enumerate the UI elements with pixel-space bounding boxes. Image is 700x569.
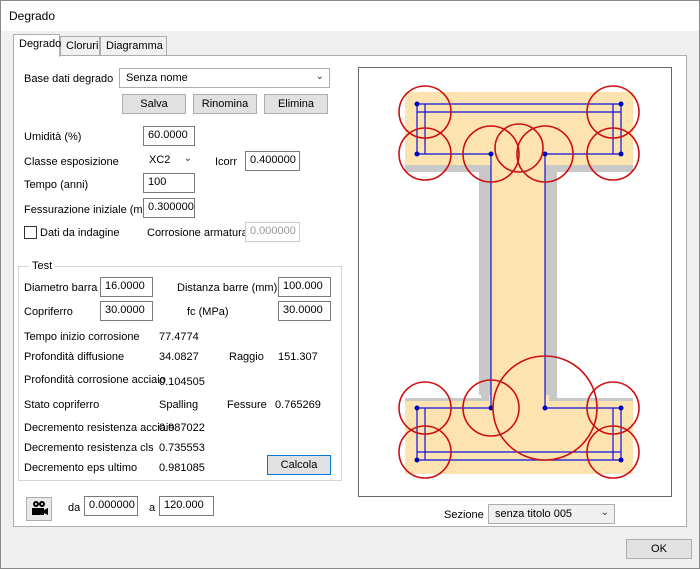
database-label: Base dati degrado — [24, 73, 114, 85]
section-canvas — [358, 67, 672, 497]
rebar-dot — [488, 151, 494, 157]
camera-button[interactable] — [26, 497, 52, 521]
humidity-input[interactable]: 60.0000 — [143, 126, 195, 146]
cover-state-label: Stato copriferro — [24, 399, 100, 411]
i-beam-section-drawing — [398, 85, 640, 479]
database-selected: Senza nome — [126, 72, 188, 84]
eps-decrement-label: Decremento eps ultimo — [24, 462, 138, 474]
exposure-label: Classe esposizione — [24, 156, 119, 168]
corrosion-start-label: Tempo inizio corrosione — [24, 331, 140, 343]
section-selected: senza titolo 005 — [495, 508, 573, 520]
bar-diameter-label: Diametro barra — [24, 282, 98, 294]
bar-diameter-input[interactable]: 16.0000 — [100, 277, 153, 297]
crack-input[interactable]: 0.300000 — [143, 198, 195, 218]
survey-checkbox[interactable] — [24, 226, 37, 239]
cover-input[interactable]: 30.0000 — [100, 301, 153, 321]
chevron-down-icon: ⌄ — [315, 71, 324, 82]
from-input[interactable]: 0.000000 — [84, 496, 138, 516]
diffusion-value: 34.0827 — [159, 351, 199, 363]
rebar-dot — [618, 151, 624, 157]
corrosion-start-value: 77.4774 — [159, 331, 199, 343]
corrosion-label: Corrosione armatura — [147, 227, 248, 239]
rebar-dot — [414, 151, 420, 157]
save-button[interactable]: Salva — [122, 94, 186, 114]
dialog-window: Degrado Degrado Cloruri Diagramma Base d… — [0, 0, 700, 569]
survey-label: Dati da indagine — [40, 227, 120, 239]
exposure-selected: XC2 — [149, 154, 171, 166]
section-label: Sezione — [444, 509, 484, 521]
ok-button[interactable]: OK — [626, 539, 692, 559]
section-select[interactable]: senza titolo 005 ⌄ — [488, 504, 615, 524]
cracks-value: 0.765269 — [275, 399, 321, 411]
database-select[interactable]: Senza nome ⌄ — [119, 68, 330, 88]
icorr-input[interactable]: 0.400000 — [245, 151, 300, 171]
rebar-dot — [414, 457, 420, 463]
chevron-down-icon: ⌄ — [600, 507, 609, 518]
cls-decrement-value: 0.735553 — [159, 442, 205, 454]
rebar-dot — [618, 101, 624, 107]
radius-value: 151.307 — [278, 351, 318, 363]
radius-label: Raggio — [229, 351, 264, 363]
fc-label: fc (MPa) — [187, 306, 229, 318]
calculate-button[interactable]: Calcola — [267, 455, 331, 475]
chevron-down-icon: ⌄ — [183, 153, 192, 164]
delete-button[interactable]: Elimina — [264, 94, 328, 114]
steel-decrement-value: 0.987022 — [159, 422, 205, 434]
window-title: Degrado — [1, 1, 699, 31]
tab-cloruri[interactable]: Cloruri — [60, 36, 100, 56]
to-label: a — [149, 502, 156, 514]
to-input[interactable]: 120.000 — [159, 496, 214, 516]
rebar-dot — [414, 101, 420, 107]
bar-distance-label: Distanza barre (mm) — [177, 282, 278, 294]
steel-depth-label: Profondità corrosione acciaio — [24, 374, 166, 386]
cls-decrement-label: Decremento resistenza cls — [24, 442, 154, 454]
corrosion-input: 0.000000 — [245, 222, 300, 242]
test-group-title: Test — [29, 260, 56, 272]
rename-button[interactable]: Rinomina — [193, 94, 257, 114]
tab-degrado[interactable]: Degrado — [13, 34, 61, 57]
tab-diagramma[interactable]: Diagramma — [100, 36, 167, 56]
rebar-dot — [414, 405, 420, 411]
cover-label: Copriferro — [24, 306, 73, 318]
time-input[interactable]: 100 — [143, 173, 195, 193]
steel-decrement-label: Decremento resistenza acciaio — [24, 422, 175, 434]
time-label: Tempo (anni) — [24, 179, 89, 191]
rebar-dot — [618, 457, 624, 463]
from-label: da — [68, 502, 81, 514]
steel-depth-value: 0.104505 — [159, 376, 205, 388]
cover-state-value: Spalling — [159, 399, 199, 411]
rebar-dot — [542, 405, 548, 411]
movie-camera-icon — [32, 501, 48, 515]
rebar-dot — [618, 405, 624, 411]
eps-decrement-value: 0.981085 — [159, 462, 205, 474]
diffusion-label: Profondità diffusione — [24, 351, 125, 363]
crack-label: Fessurazione iniziale (mm) — [24, 204, 156, 216]
exposure-select[interactable]: XC2 ⌄ — [143, 151, 197, 171]
icorr-label: Icorr — [215, 156, 237, 168]
bar-distance-input[interactable]: 100.000 — [278, 277, 331, 297]
humidity-label: Umidità (%) — [24, 131, 82, 143]
cracks-label: Fessure — [227, 399, 267, 411]
fc-input[interactable]: 30.0000 — [278, 301, 331, 321]
